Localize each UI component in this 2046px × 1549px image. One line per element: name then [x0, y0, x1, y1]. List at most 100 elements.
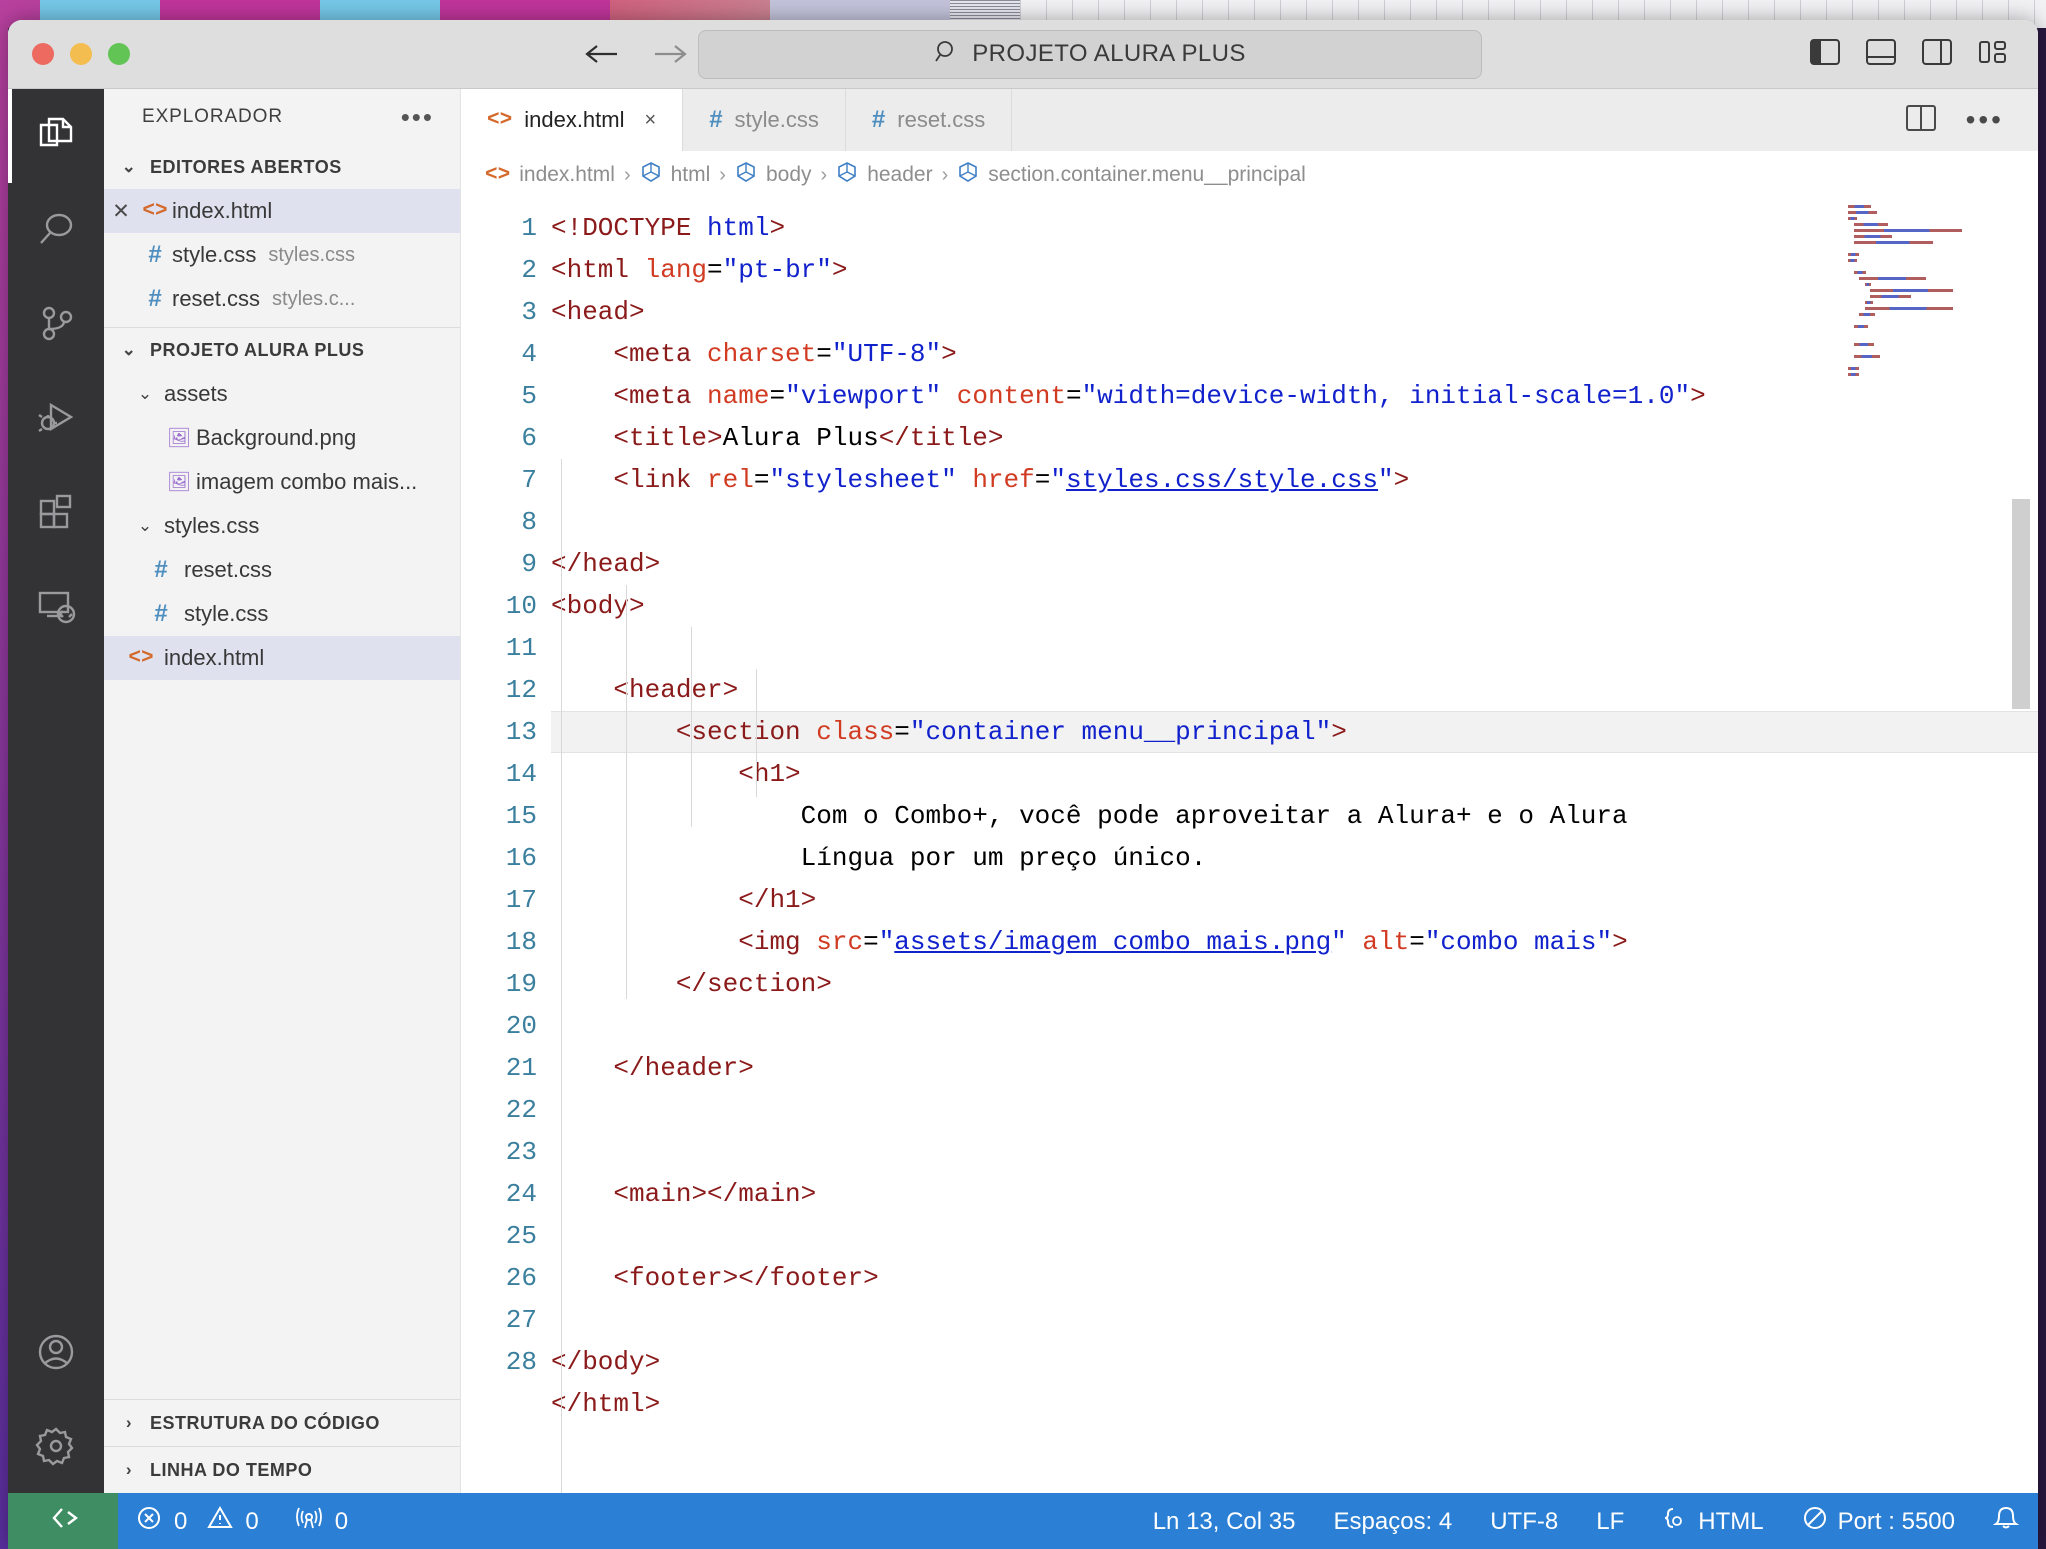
manage-settings-button[interactable] [8, 1399, 104, 1493]
encoding-setting[interactable]: UTF-8 [1471, 1508, 1577, 1536]
window-controls[interactable] [32, 43, 130, 65]
window-title-search[interactable]: PROJETO ALURA PLUS [698, 29, 1482, 79]
breadcrumb-item-html[interactable]: html [640, 161, 710, 189]
remote-window-button[interactable] [8, 1493, 118, 1549]
code-line[interactable] [551, 1215, 2038, 1257]
warning-count: 0 [245, 1507, 259, 1535]
breadcrumb-item-file[interactable]: <> index.html [485, 163, 615, 187]
zoom-window-button[interactable] [108, 43, 130, 65]
code-line[interactable] [551, 1299, 2038, 1341]
indentation-setting[interactable]: Espaços: 4 [1314, 1508, 1471, 1536]
tree-item-file[interactable]: <> index.html [104, 636, 460, 680]
code-line[interactable]: <meta charset="UTF-8"> [551, 333, 2038, 375]
sidebar-item-extensions[interactable] [8, 465, 104, 559]
toggle-primary-sidebar-icon[interactable] [1810, 38, 1840, 70]
ports-status[interactable]: 0 [277, 1505, 366, 1538]
code-editor[interactable]: 1 2 3 4 5 6 7 8 9 10 11 12 13 14 15 16 17 18 19 20 21 22 23 24 2… [461, 199, 2038, 1493]
open-editor-item[interactable]: # style.css styles.css [104, 233, 460, 277]
line-number: 14 [505, 759, 537, 789]
breadcrumb-item-section[interactable]: section.container.menu__principal [957, 161, 1306, 189]
open-editor-item[interactable]: ✕ <> index.html [104, 189, 460, 233]
section-project[interactable]: ⌄ PROJETO ALURA PLUS [104, 327, 460, 372]
navigation-arrows[interactable] [583, 40, 689, 68]
code-line[interactable] [551, 1005, 2038, 1047]
code-line[interactable]: Língua por um preço único. [551, 837, 2038, 879]
code-line[interactable]: </h1> [551, 879, 2038, 921]
minimap-scrollbar[interactable] [2012, 499, 2030, 709]
code-line[interactable]: </section> [551, 963, 2038, 1005]
language-mode[interactable]: HTML [1643, 1505, 1782, 1538]
minimize-window-button[interactable] [70, 43, 92, 65]
tree-item-folder[interactable]: ⌄ assets [104, 372, 460, 416]
code-line[interactable]: <head> [551, 291, 2038, 333]
code-line[interactable]: <img src="assets/imagem combo mais.png" … [551, 921, 2038, 963]
code-line[interactable] [551, 501, 2038, 543]
accounts-button[interactable] [8, 1305, 104, 1399]
editor-more-actions-icon[interactable]: ••• [1966, 106, 2004, 134]
code-line[interactable] [551, 1089, 2038, 1131]
notifications-button[interactable] [1974, 1505, 2038, 1538]
line-number: 3 [521, 297, 537, 327]
tree-item-file[interactable]: 🖼 Background.png [104, 416, 460, 460]
sidebar-item-search[interactable] [8, 183, 104, 277]
css-icon: # [148, 241, 162, 268]
minimap[interactable] [1848, 205, 2008, 379]
split-editor-icon[interactable] [1905, 104, 1936, 136]
sidebar-item-explorer[interactable] [8, 89, 104, 183]
tree-item-file[interactable]: 🖼 imagem combo mais... [104, 460, 460, 504]
sidebar-item-source-control[interactable] [8, 277, 104, 371]
code-line[interactable]: </html> [551, 1383, 2038, 1425]
back-arrow-icon[interactable] [583, 40, 619, 68]
sidebar-item-remote-explorer[interactable] [8, 559, 104, 653]
broadcast-icon [1802, 1505, 1828, 1538]
code-line[interactable]: <link rel="stylesheet" href="styles.css/… [551, 459, 2038, 501]
chevron-down-icon: ⌄ [137, 384, 153, 403]
code-line[interactable]: </head> [551, 543, 2038, 585]
explorer-more-actions-icon[interactable]: ••• [401, 104, 434, 130]
close-icon[interactable]: ✕ [104, 199, 138, 224]
code-line[interactable]: <meta name="viewport" content="width=dev… [551, 375, 2038, 417]
customize-layout-icon[interactable] [1978, 39, 2008, 70]
code-line[interactable] [551, 1131, 2038, 1173]
code-line[interactable]: <title>Alura Plus</title> [551, 417, 2038, 459]
tree-item-folder[interactable]: ⌄ styles.css [104, 504, 460, 548]
sidebar-item-run-and-debug[interactable] [8, 371, 104, 465]
code-line[interactable]: <!DOCTYPE html> [551, 207, 2038, 249]
code-line[interactable]: <main></main> [551, 1173, 2038, 1215]
eol-setting[interactable]: LF [1577, 1508, 1643, 1536]
line-number: 15 [505, 801, 537, 831]
section-timeline[interactable]: › LINHA DO TEMPO [104, 1446, 460, 1493]
breadcrumb-item-header[interactable]: header [836, 161, 933, 189]
forward-arrow-icon[interactable] [653, 40, 689, 68]
live-server-status[interactable]: Port : 5500 [1783, 1505, 1974, 1538]
code-line[interactable]: </body> [551, 1341, 2038, 1383]
code-line[interactable]: <header> [551, 669, 2038, 711]
open-editor-item[interactable]: # reset.css styles.c... [104, 277, 460, 321]
tree-item-file[interactable]: # reset.css [104, 548, 460, 592]
code-line[interactable]: <section class="container menu__principa… [551, 711, 2038, 753]
close-icon[interactable]: × [645, 109, 657, 132]
tree-item-file[interactable]: # style.css [104, 592, 460, 636]
tab-style-css[interactable]: # style.css [683, 89, 846, 151]
code-line[interactable]: <body> [551, 585, 2038, 627]
tab-reset-css[interactable]: # reset.css [845, 89, 1013, 151]
code-lines[interactable]: <!DOCTYPE html> <html lang="pt-br"> <head>… [551, 199, 2038, 1493]
breadcrumb-item-body[interactable]: body [735, 161, 812, 189]
toggle-panel-icon[interactable] [1866, 38, 1896, 70]
cursor-position[interactable]: Ln 13, Col 35 [1134, 1508, 1315, 1536]
tab-index-html[interactable]: <> index.html × [461, 89, 684, 151]
line-number: 25 [505, 1221, 537, 1251]
section-open-editors[interactable]: ⌄ EDITORES ABERTOS [104, 145, 460, 189]
code-line[interactable]: <html lang="pt-br"> [551, 249, 2038, 291]
section-outline[interactable]: › ESTRUTURA DO CÓDIGO [104, 1399, 460, 1446]
code-line[interactable] [551, 627, 2038, 669]
close-window-button[interactable] [32, 43, 54, 65]
code-line[interactable]: <footer></footer> [551, 1257, 2038, 1299]
code-line[interactable]: </header> [551, 1047, 2038, 1089]
line-number: 9 [521, 549, 537, 579]
layout-toggle-group[interactable] [1810, 38, 2008, 70]
problems-status[interactable]: 0 0 [118, 1505, 277, 1538]
toggle-secondary-sidebar-icon[interactable] [1922, 38, 1952, 70]
code-line[interactable]: Com o Combo+, você pode aproveitar a Alu… [551, 795, 2038, 837]
code-line[interactable]: <h1> [551, 753, 2038, 795]
